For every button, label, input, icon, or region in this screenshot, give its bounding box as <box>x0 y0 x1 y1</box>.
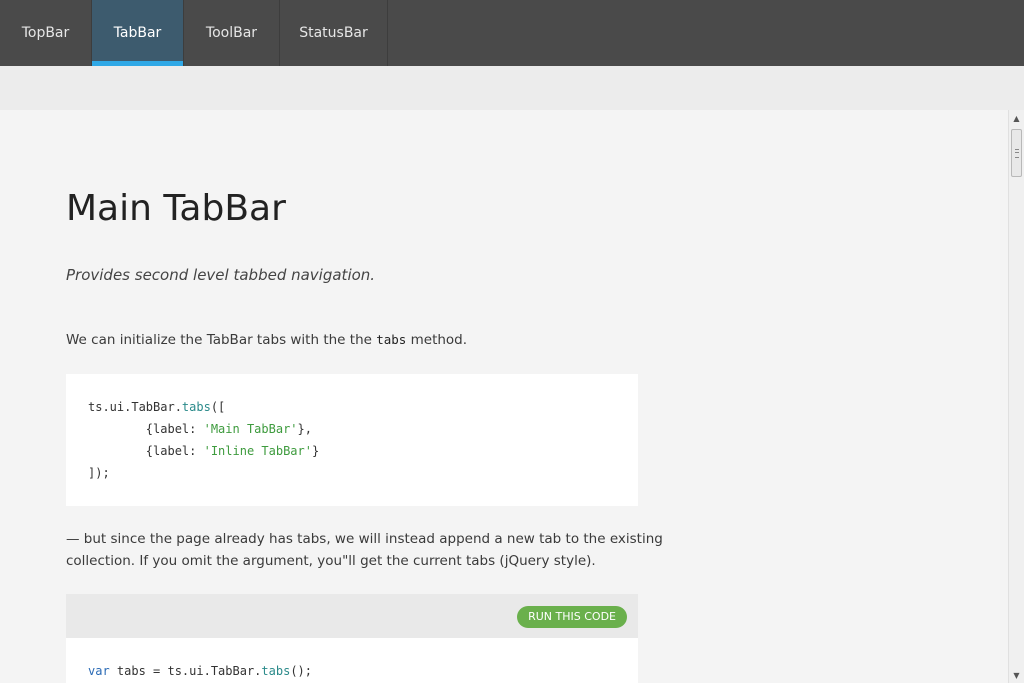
tab-toolbar[interactable]: ToolBar <box>184 0 280 66</box>
intro-text: We can initialize the TabBar tabs with t… <box>66 332 377 348</box>
secondary-bar <box>0 66 1024 110</box>
scroll-down-arrow-icon[interactable]: ▼ <box>1009 667 1024 683</box>
main-content: Main TabBar Provides second level tabbed… <box>0 110 1008 683</box>
scroll-thumb[interactable] <box>1011 129 1022 177</box>
intro-text-end: method. <box>406 332 468 348</box>
grip-icon <box>1015 149 1019 158</box>
tab-label: ToolBar <box>205 25 258 41</box>
page-subtitle: Provides second level tabbed navigation. <box>66 266 376 284</box>
code-example-header: RUN THIS CODE <box>66 594 638 638</box>
explanation-line-1: — but since the page already has tabs, w… <box>66 531 663 547</box>
code-block-run: var tabs = ts.ui.TabBar.tabs(); <box>66 638 638 683</box>
tab-statusbar[interactable]: StatusBar <box>280 0 388 66</box>
intro-paragraph: We can initialize the TabBar tabs with t… <box>66 329 467 351</box>
tab-label: TopBar <box>21 25 70 41</box>
inline-code-tabs: tabs <box>376 332 407 347</box>
explanation-line-2: collection. If you omit the argument, yo… <box>66 553 596 569</box>
code-block-init: ts.ui.TabBar.tabs([ {label: 'Main TabBar… <box>66 374 638 506</box>
code-text: ts.ui.TabBar.tabs([ {label: 'Main TabBar… <box>88 400 320 480</box>
top-tab-bar: TopBar TabBar ToolBar StatusBar <box>0 0 1024 66</box>
scroll-up-arrow-icon[interactable]: ▲ <box>1009 110 1024 126</box>
vertical-scrollbar[interactable]: ▲ ▼ <box>1008 110 1024 683</box>
explanation-paragraph: — but since the page already has tabs, w… <box>66 528 663 572</box>
tab-label: StatusBar <box>299 25 368 41</box>
tab-tabbar[interactable]: TabBar <box>92 0 184 66</box>
tab-label: TabBar <box>113 25 162 41</box>
page-title: Main TabBar <box>66 188 286 229</box>
tab-topbar[interactable]: TopBar <box>0 0 92 66</box>
run-code-button[interactable]: RUN THIS CODE <box>517 606 627 628</box>
code-text: var tabs = ts.ui.TabBar.tabs(); <box>88 664 312 678</box>
